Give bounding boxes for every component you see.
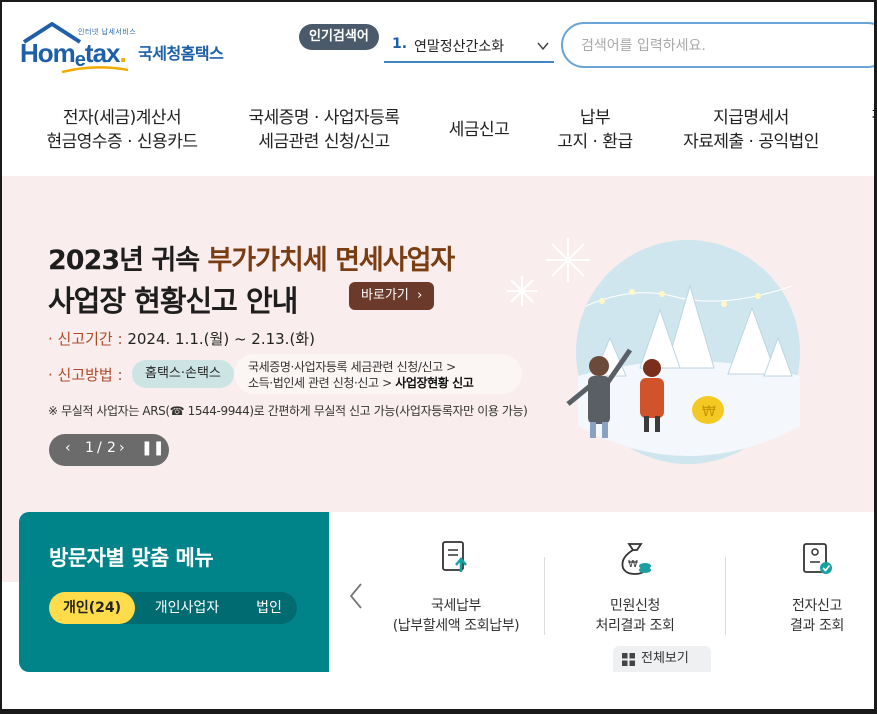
quick-item-label-line2: 처리결과 조회 bbox=[595, 618, 675, 634]
quick-item-label-line2: (납부할세액 조회납부) bbox=[392, 618, 520, 634]
tab-corporation[interactable]: 법인 bbox=[241, 592, 297, 624]
shortcut-button-label: 바로가기 bbox=[361, 288, 409, 303]
chevron-down-icon bbox=[537, 42, 549, 51]
banner-title-highlight: 부가가치세 면세사업자 bbox=[207, 245, 455, 276]
logo-korean-name: 국세청홈택스 bbox=[138, 44, 224, 63]
view-all-label: 전체보기 bbox=[641, 651, 689, 666]
popular-search-rank: 1. bbox=[392, 36, 408, 52]
logo-swoosh-icon bbox=[61, 66, 129, 74]
won-symbol-icon: ₩ bbox=[702, 404, 716, 420]
nav-item-line1: 전자(세금)계산서 bbox=[62, 108, 182, 128]
method-path-line2-bold: 사업장현황 신고 bbox=[395, 376, 474, 390]
logo-tagline: 인터넷 납세서비스 bbox=[78, 28, 137, 36]
method-path-line1: 국세증명·사업자등록 세금관련 신청/신고 > bbox=[248, 360, 456, 374]
quick-item-label-line1: 민원신청 bbox=[610, 598, 660, 614]
pager-separator: / bbox=[97, 440, 102, 456]
nav-item-line1: 국세증명 · 사업자등록 bbox=[248, 108, 400, 128]
filing-method: · 신고방법 : bbox=[48, 364, 123, 385]
visitor-menu-panel: 방문자별 맞춤 메뉴 개인(24) 개인사업자 법인 bbox=[19, 512, 329, 672]
pager-prev-icon[interactable]: ‹ bbox=[65, 440, 71, 456]
pager-next-icon[interactable]: › bbox=[119, 440, 125, 456]
quick-item-tax-payment[interactable]: 국세납부 (납부할세액 조회납부) bbox=[376, 540, 536, 636]
e-filing-icon bbox=[803, 543, 832, 574]
divider bbox=[725, 557, 726, 635]
banner-pager: ‹ 1 / 2 › ❚❚ bbox=[49, 434, 169, 466]
method-path: 국세증명·사업자등록 세금관련 신청/신고 > 소득·법인세 관련 신청·신고 … bbox=[234, 354, 522, 394]
hometax-logo[interactable]: 인터넷 납세서비스 Hometax. 국세청홈택스 bbox=[20, 22, 240, 74]
filing-method-label: · 신고방법 : bbox=[48, 366, 123, 384]
nav-item-e-invoice[interactable]: 전자(세금)계산서 현금영수증 · 신용카드 bbox=[40, 106, 204, 154]
nav-item-line2: 자료제출 · 공익법인 bbox=[683, 132, 819, 152]
banner-title-line2: 사업장 현황신고 안내 bbox=[48, 284, 298, 318]
winter-illustration: ₩ bbox=[507, 238, 800, 464]
shortcut-button[interactable]: 바로가기 › bbox=[349, 282, 435, 310]
chevron-left-icon[interactable] bbox=[347, 582, 365, 610]
view-all-button[interactable]: 전체보기 bbox=[613, 646, 711, 672]
popular-search-term: 연말정산간소화 bbox=[414, 39, 505, 55]
site-header: 인터넷 납세서비스 Hometax. 국세청홈택스 인기검색어 1. 연말정산간… bbox=[2, 2, 874, 90]
filing-period: · 신고기간 : 2024. 1.1.(월) ~ 2.13.(화) bbox=[48, 328, 315, 349]
filing-period-label: · 신고기간 : bbox=[48, 330, 123, 348]
logo-wordmark-part: tax bbox=[84, 38, 121, 68]
search-input[interactable] bbox=[581, 34, 861, 58]
snowflake-icon bbox=[507, 276, 537, 306]
search-box bbox=[561, 22, 874, 68]
nav-item-tax-filing[interactable]: 세금신고 bbox=[438, 118, 520, 142]
grid-icon bbox=[622, 653, 635, 666]
tax-payment-icon bbox=[442, 541, 467, 572]
filing-period-value: 2024. 1.1.(월) ~ 2.13.(화) bbox=[127, 330, 315, 348]
quick-item-e-filing[interactable]: 전자신고 결과 조회 bbox=[737, 540, 874, 636]
quick-menu: 국세납부 (납부할세액 조회납부) ₩ 민원신청 처리결과 조회 전자신고 결과… bbox=[329, 512, 874, 672]
logo-wordmark: Hometax. bbox=[20, 38, 127, 71]
nav-item-payment[interactable]: 납부 고지 · 환급 bbox=[550, 106, 640, 154]
quick-item-label: 국세납부 (납부할세액 조회납부) bbox=[376, 596, 536, 636]
nav-item-statements[interactable]: 지급명세서 자료제출 · 공익법인 bbox=[674, 106, 828, 154]
tab-individual[interactable]: 개인(24) bbox=[49, 592, 135, 624]
main-nav: 전자(세금)계산서 현금영수증 · 신용카드 국세증명 · 사업자등록 세금관련… bbox=[2, 94, 874, 176]
quick-item-label-line2: 결과 조회 bbox=[790, 618, 844, 634]
pager-current: 1 bbox=[85, 440, 94, 456]
quick-item-label-line1: 전자신고 bbox=[792, 598, 842, 614]
method-path-line2: 소득·법인세 관련 신청·신고 > 사업장현황 신고 bbox=[248, 374, 474, 391]
chevron-right-icon: › bbox=[412, 288, 423, 303]
nav-item-line1: 납부 bbox=[579, 108, 611, 128]
nav-item-line1: 장 bbox=[864, 106, 874, 130]
popular-search-dropdown[interactable]: 1. 연말정산간소화 bbox=[384, 30, 554, 63]
nav-item-line1: 세금신고 bbox=[448, 120, 510, 140]
quick-item-label: 민원신청 처리결과 조회 bbox=[555, 596, 715, 636]
banner-note: ※ 무실적 사업자는 ARS(☎ 1544-9944)로 간편하게 무실적 신고… bbox=[48, 404, 528, 418]
tab-sole-proprietor[interactable]: 개인사업자 bbox=[141, 592, 233, 624]
banner-title-prefix: 2023년 귀속 bbox=[48, 245, 208, 276]
pager-total: 2 bbox=[107, 440, 116, 456]
nav-item-line2: 세금관련 신청/신고 bbox=[258, 132, 390, 152]
quick-item-civil-petition[interactable]: ₩ 민원신청 처리결과 조회 bbox=[555, 540, 715, 636]
nav-item-truncated[interactable]: 장 bbox=[864, 106, 874, 130]
hometax-pill: 홈택스·손택스 bbox=[132, 360, 234, 388]
money-bag-icon: ₩ bbox=[621, 543, 651, 575]
banner-title-line1: 2023년 귀속 부가가치세 면세사업자 bbox=[48, 238, 455, 277]
nav-item-line2: 고지 · 환급 bbox=[557, 132, 633, 152]
snowflake-icon bbox=[546, 238, 590, 282]
pager-pause-icon[interactable]: ❚❚ bbox=[141, 440, 164, 456]
quick-item-label: 전자신고 결과 조회 bbox=[737, 596, 874, 636]
visitor-menu-title: 방문자별 맞춤 메뉴 bbox=[49, 546, 214, 570]
nav-item-certificates[interactable]: 국세증명 · 사업자등록 세금관련 신청/신고 bbox=[240, 106, 408, 154]
nav-item-line1: 지급명세서 bbox=[713, 108, 789, 128]
visitor-tabs: 개인(24) 개인사업자 법인 bbox=[49, 592, 297, 624]
divider bbox=[544, 557, 545, 635]
popular-search-badge: 인기검색어 bbox=[299, 24, 379, 50]
logo-wordmark-dot: . bbox=[119, 38, 126, 68]
method-path-line2-prefix: 소득·법인세 관련 신청·신고 > bbox=[248, 376, 396, 390]
browser-frame: 인터넷 납세서비스 Hometax. 국세청홈택스 인기검색어 1. 연말정산간… bbox=[0, 0, 877, 714]
nav-item-line2: 현금영수증 · 신용카드 bbox=[46, 132, 198, 152]
svg-text:₩: ₩ bbox=[628, 559, 638, 570]
logo-wordmark-part: Hom bbox=[20, 38, 76, 68]
quick-item-label-line1: 국세납부 bbox=[431, 598, 481, 614]
